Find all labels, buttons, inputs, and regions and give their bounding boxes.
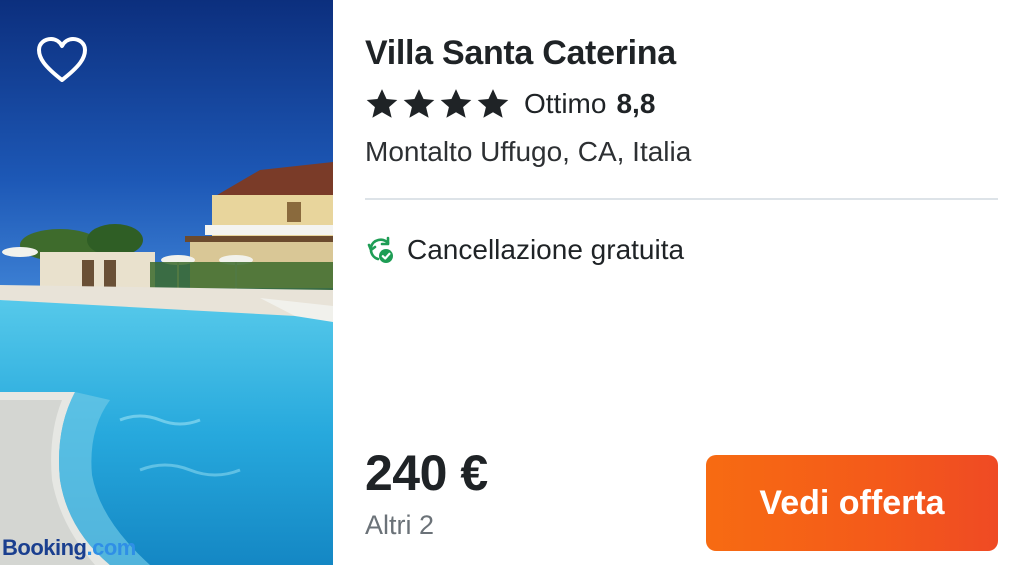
pool-scene-image	[0, 0, 333, 565]
star-icon	[440, 89, 472, 118]
rating-label: Ottimo	[524, 88, 607, 119]
free-cancellation-label: Cancellazione gratuita	[407, 234, 685, 265]
star-icon	[366, 89, 398, 118]
rating-score: 8,8	[616, 88, 656, 119]
hotel-name[interactable]: Villa Santa Caterina	[365, 34, 676, 73]
view-offer-button[interactable]: Vedi offerta	[706, 455, 998, 551]
star-icon	[477, 89, 509, 118]
hotel-photo[interactable]: Booking.com	[0, 0, 333, 565]
watermark-suffix: .com	[86, 535, 137, 560]
hotel-location: Montalto Uffugo, CA, Italia	[365, 136, 692, 167]
star-icon	[403, 89, 435, 118]
rating-row: Ottimo 8,8	[365, 84, 655, 124]
star-rating	[365, 87, 510, 121]
divider	[365, 198, 998, 200]
other-offers-link[interactable]: Altri 2	[365, 510, 434, 541]
price: 240 €	[365, 445, 488, 501]
free-cancellation-perk: Cancellazione gratuita	[365, 234, 684, 266]
booking-watermark: Booking.com	[2, 535, 136, 561]
watermark-main: Booking	[2, 535, 87, 560]
refresh-check-icon	[367, 236, 393, 263]
favorite-heart-icon[interactable]	[36, 36, 88, 84]
